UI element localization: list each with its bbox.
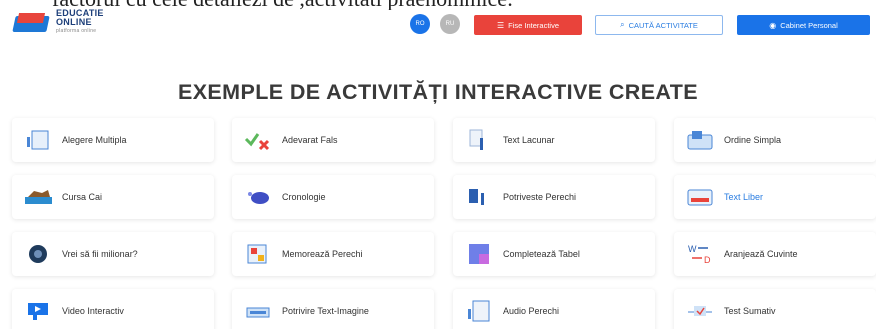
- multiple-choice-icon: [24, 128, 52, 152]
- text-image-icon: [244, 299, 272, 323]
- arrange-words-icon: WD: [686, 242, 714, 266]
- activity-label: Text Lacunar: [503, 135, 555, 145]
- activity-label: Text Liber: [724, 192, 764, 202]
- video-icon: [24, 299, 52, 323]
- activity-label: Alegere Multipla: [62, 135, 127, 145]
- personal-cabinet-button[interactable]: ◉ Cabinet Personal: [737, 15, 870, 35]
- activity-card-adevarat-fals[interactable]: Adevarat Fals: [232, 118, 434, 162]
- logo-book-icon: [12, 10, 50, 34]
- memory-pairs-icon: [244, 242, 272, 266]
- activity-label: Cursa Cai: [62, 192, 103, 202]
- simple-order-icon: [686, 128, 714, 152]
- free-text-icon: [686, 185, 714, 209]
- text-gap-icon: [465, 128, 493, 152]
- header: EDUCATIE ONLINE platforma online RO RU ☰…: [0, 8, 876, 40]
- activity-card-cronologie[interactable]: Cronologie: [232, 175, 434, 219]
- page-title: EXEMPLE DE ACTIVITĂȚI INTERACTIVE CREATE: [177, 80, 699, 104]
- svg-text:D: D: [704, 255, 711, 265]
- activity-card-video-interactiv[interactable]: Video Interactiv: [12, 289, 214, 329]
- logo-line3: platforma online: [56, 27, 97, 34]
- activity-label: Video Interactiv: [62, 306, 124, 316]
- activity-label: Cronologie: [282, 192, 326, 202]
- audio-pairs-icon: [465, 299, 493, 323]
- activity-card-cursa-cai[interactable]: Cursa Cai: [12, 175, 214, 219]
- activity-label: Vrei să fii milionar?: [62, 249, 138, 259]
- fise-interactive-button[interactable]: ☰ Fise Interactive: [474, 15, 582, 35]
- activity-label: Ordine Simpla: [724, 135, 782, 145]
- fise-interactive-label: Fise Interactive: [508, 20, 560, 30]
- search-activity-button[interactable]: ⌕ CAUTĂ ACTIVITATE: [595, 15, 723, 35]
- activity-label: Test Sumativ: [724, 306, 776, 316]
- activity-card-potrivire-text-imagine[interactable]: Potrivire Text-Imagine: [232, 289, 434, 329]
- activity-label: Aranjează Cuvinte: [724, 249, 798, 259]
- activity-card-completeaza-tabel[interactable]: Completează Tabel: [453, 232, 655, 276]
- activity-card-alegere-multipla[interactable]: Alegere Multipla: [12, 118, 214, 162]
- user-icon: ◉: [769, 20, 777, 30]
- language-ro-button[interactable]: RO: [410, 14, 430, 34]
- activity-label: Potrivire Text-Imagine: [282, 306, 369, 316]
- svg-text:W: W: [688, 244, 697, 254]
- activity-card-memoreaza-perechi[interactable]: Memorează Perechi: [232, 232, 434, 276]
- activity-card-test-sumativ[interactable]: Test Sumativ: [674, 289, 876, 329]
- activity-card-ordine-simpla[interactable]: Ordine Simpla: [674, 118, 876, 162]
- horse-race-icon: [24, 185, 52, 209]
- logo-text: EDUCATIE ONLINE platforma online: [56, 8, 104, 36]
- true-false-icon: [244, 128, 272, 152]
- language-ru-button[interactable]: RU: [440, 14, 460, 34]
- complete-table-icon: [465, 242, 493, 266]
- search-activity-label: CAUTĂ ACTIVITATE: [628, 20, 698, 30]
- personal-cabinet-label: Cabinet Personal: [780, 20, 838, 30]
- activity-label: Completează Tabel: [503, 249, 580, 259]
- timeline-icon: [244, 185, 272, 209]
- match-pairs-icon: [465, 185, 493, 209]
- activity-label: Memorează Perechi: [282, 249, 363, 259]
- logo-line2: ONLINE: [56, 16, 92, 27]
- millionaire-icon: [24, 242, 52, 266]
- search-icon: ⌕: [620, 20, 625, 29]
- logo[interactable]: EDUCATIE ONLINE platforma online: [12, 8, 114, 36]
- activity-label: Adevarat Fals: [282, 135, 338, 145]
- activity-card-audio-perechi[interactable]: Audio Perechi: [453, 289, 655, 329]
- activity-label: Audio Perechi: [503, 306, 560, 316]
- activity-card-text-liber[interactable]: Text Liber: [674, 175, 876, 219]
- activity-card-text-lacunar[interactable]: Text Lacunar: [453, 118, 655, 162]
- document-icon: ☰: [496, 20, 505, 30]
- activity-card-aranjeaza-cuvinte[interactable]: WD Aranjează Cuvinte: [674, 232, 876, 276]
- activity-card-vrei-sa-fii-milionar[interactable]: Vrei să fii milionar?: [12, 232, 214, 276]
- activity-card-potriveste-perechi[interactable]: Potriveste Perechi: [453, 175, 655, 219]
- summative-test-icon: [686, 299, 714, 323]
- activity-label: Potriveste Perechi: [503, 192, 577, 202]
